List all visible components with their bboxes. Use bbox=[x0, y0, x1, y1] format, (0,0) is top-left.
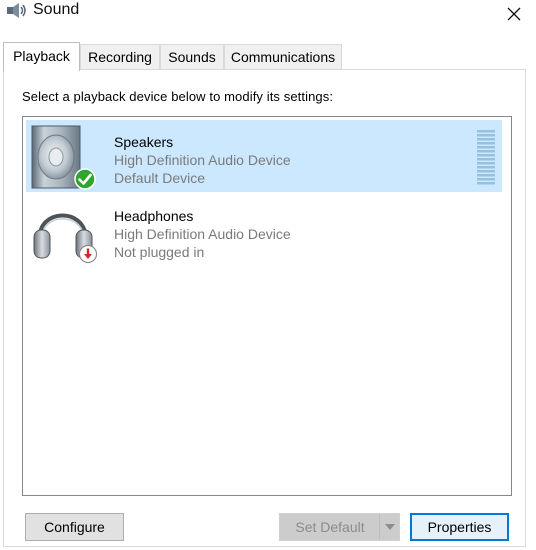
tab-label: Communications bbox=[230, 49, 336, 65]
tab-communications[interactable]: Communications bbox=[224, 44, 342, 69]
device-name: Headphones bbox=[114, 208, 194, 224]
volume-level-meter bbox=[477, 130, 495, 186]
instruction-text: Select a playback device below to modify… bbox=[22, 89, 334, 104]
tab-label: Sounds bbox=[168, 49, 216, 65]
device-description: High Definition Audio Device bbox=[114, 226, 291, 242]
device-row-speakers[interactable]: Speakers High Definition Audio Device De… bbox=[26, 120, 502, 192]
window-title: Sound bbox=[33, 1, 80, 18]
device-info: Headphones High Definition Audio Device … bbox=[114, 207, 291, 261]
default-check-icon bbox=[74, 168, 96, 190]
properties-button-label: Properties bbox=[427, 519, 492, 535]
device-name: Speakers bbox=[114, 134, 174, 150]
configure-button[interactable]: Configure bbox=[25, 513, 124, 541]
chevron-down-icon[interactable] bbox=[379, 514, 399, 540]
close-icon[interactable] bbox=[492, 0, 536, 28]
unplugged-icon bbox=[78, 244, 98, 264]
device-info: Speakers High Definition Audio Device De… bbox=[114, 133, 291, 187]
set-default-button[interactable]: Set Default bbox=[279, 513, 400, 541]
device-list[interactable]: Speakers High Definition Audio Device De… bbox=[22, 116, 512, 496]
tab-label: Recording bbox=[88, 49, 152, 65]
device-status: Default Device bbox=[114, 170, 206, 186]
properties-button[interactable]: Properties bbox=[410, 513, 509, 541]
device-description: High Definition Audio Device bbox=[114, 152, 291, 168]
tab-sounds[interactable]: Sounds bbox=[160, 44, 224, 69]
set-default-button-label: Set Default bbox=[295, 519, 365, 535]
configure-button-label: Configure bbox=[44, 519, 105, 535]
title-bar: Sound bbox=[0, 0, 536, 28]
device-status: Not plugged in bbox=[114, 244, 205, 260]
tab-label: Playback bbox=[13, 48, 70, 64]
tab-recording[interactable]: Recording bbox=[80, 44, 160, 69]
sound-app-icon bbox=[6, 3, 28, 19]
tab-playback[interactable]: Playback bbox=[3, 42, 80, 71]
device-row-headphones[interactable]: Headphones High Definition Audio Device … bbox=[26, 194, 502, 266]
tab-strip: Playback Recording Sounds Communications bbox=[0, 42, 536, 71]
